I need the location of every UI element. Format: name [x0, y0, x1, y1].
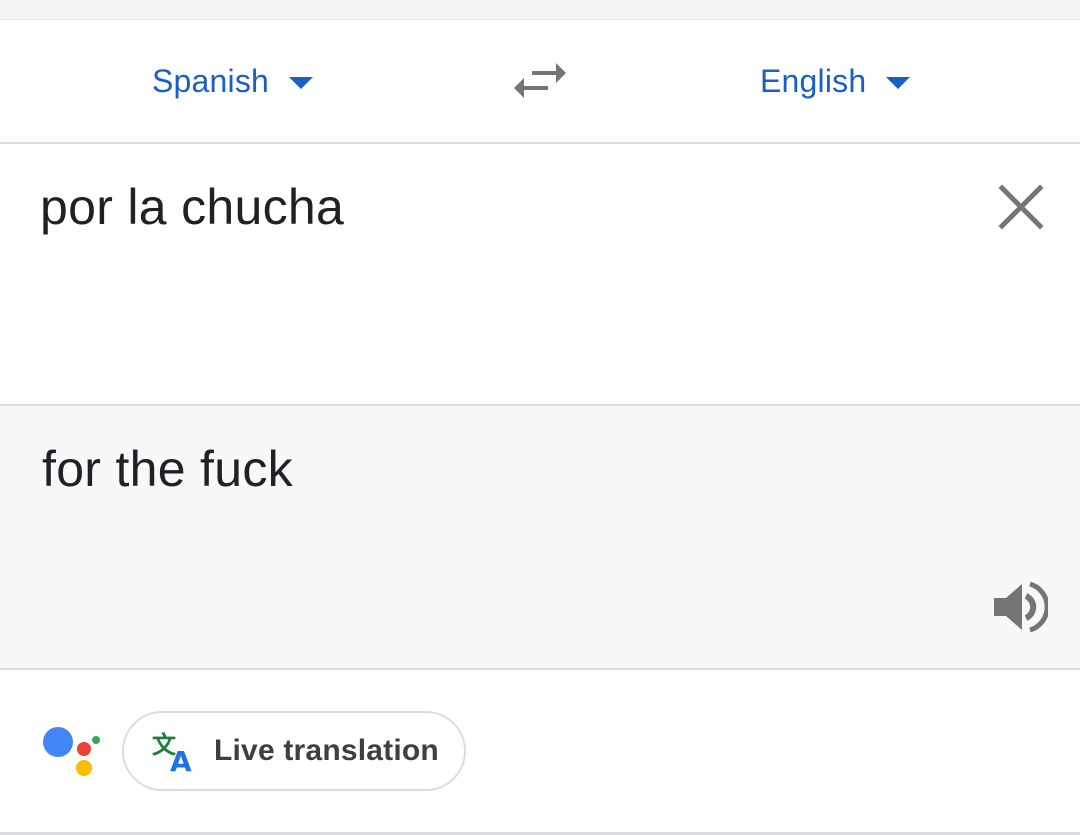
- speaker-icon: [994, 581, 1050, 633]
- source-language-selector[interactable]: Spanish: [152, 20, 314, 142]
- chevron-down-icon: [289, 77, 314, 89]
- top-strip: [0, 0, 1080, 20]
- language-bar: Spanish English: [0, 20, 1080, 144]
- translation-text: for the fuck: [42, 441, 293, 497]
- swap-languages-button[interactable]: [510, 58, 570, 104]
- google-assistant-icon: [43, 727, 100, 776]
- svg-text:A: A: [170, 745, 192, 773]
- chevron-down-icon: [886, 77, 911, 89]
- translation-panel: for the fuck: [0, 406, 1080, 670]
- target-language-label: English: [760, 62, 867, 99]
- source-language-label: Spanish: [152, 62, 270, 99]
- source-input-text[interactable]: por la chucha: [40, 178, 344, 236]
- close-icon: [998, 184, 1044, 230]
- translate-screen: Spanish English por la chucha for the fu…: [0, 0, 1080, 835]
- clear-input-button[interactable]: [994, 180, 1048, 234]
- swap-arrows-icon: [514, 63, 566, 98]
- listen-translation-button[interactable]: [990, 578, 1050, 636]
- live-translation-button[interactable]: 文 A Live translation: [122, 711, 466, 791]
- live-translation-label: Live translation: [214, 734, 439, 767]
- google-assistant-button[interactable]: [40, 724, 106, 780]
- translate-icon: 文 A: [152, 731, 192, 773]
- target-language-selector[interactable]: English: [760, 20, 911, 142]
- assistant-row: 文 A Live translation: [0, 670, 1080, 832]
- source-text-panel[interactable]: por la chucha: [0, 144, 1080, 517]
